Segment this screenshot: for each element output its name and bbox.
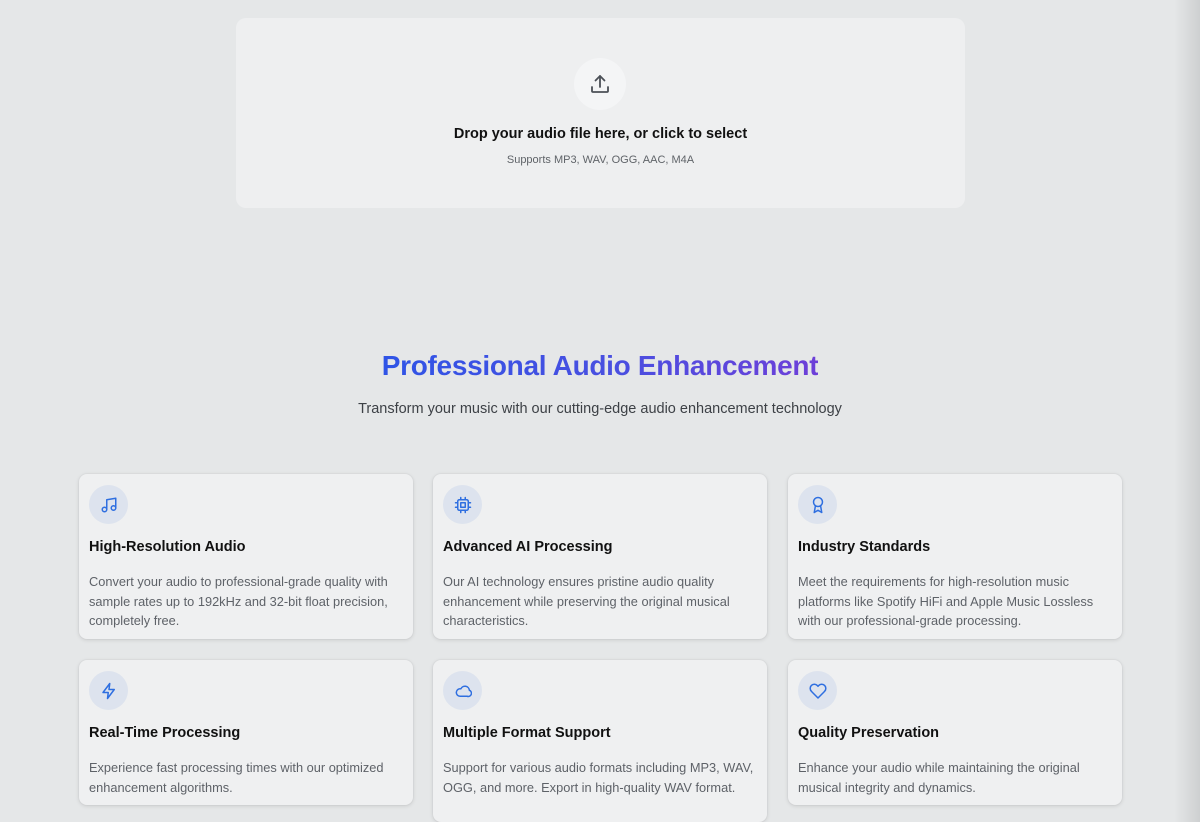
dropzone-title: Drop your audio file here, or click to s… <box>453 126 748 142</box>
feature-card-quality-preservation: Quality Preservation Enhance your audio … <box>788 660 1122 805</box>
feature-description: Support for various audio formats includ… <box>443 760 754 795</box>
feature-title: Multiple Format Support <box>443 725 611 741</box>
section-title: Professional Audio Enhancement <box>381 350 819 381</box>
feature-title: Quality Preservation <box>798 725 940 741</box>
feature-icon-circle <box>798 485 837 524</box>
award-badge-icon <box>812 496 823 513</box>
feature-card-ai-processing: Advanced AI Processing Our AI technology… <box>433 474 767 639</box>
upload-icon-circle <box>574 58 626 110</box>
feature-description: Enhance your audio while maintaining the… <box>798 760 1080 795</box>
cpu-chip-icon <box>454 496 471 513</box>
heart-icon <box>808 682 827 699</box>
feature-card-industry-standards: Industry Standards Meet the requirements… <box>788 474 1122 639</box>
feature-title: Industry Standards <box>798 539 931 555</box>
feature-card-format-support: Multiple Format Support Support for vari… <box>433 660 767 822</box>
feature-card-real-time: Real-Time Processing Experience fast pro… <box>79 660 413 805</box>
feature-icon-circle <box>798 671 837 710</box>
feature-icon-circle <box>89 485 128 524</box>
feature-description: Meet the requirements for high-resolutio… <box>798 574 1094 628</box>
feature-description: Experience fast processing times with ou… <box>89 760 384 795</box>
feature-icon-circle <box>443 485 482 524</box>
feature-title: High-Resolution Audio <box>89 539 246 555</box>
music-note-icon <box>101 497 116 512</box>
lightning-bolt-icon <box>101 682 115 699</box>
feature-card-high-resolution: High-Resolution Audio Convert your audio… <box>79 474 413 639</box>
section-subtitle: Transform your music with our cutting-ed… <box>358 401 842 417</box>
upload-icon <box>591 75 609 93</box>
feature-description: Convert your audio to professional-grade… <box>89 574 388 628</box>
feature-description: Our AI technology ensures pristine audio… <box>443 574 730 628</box>
feature-title: Advanced AI Processing <box>443 539 613 555</box>
feature-icon-circle <box>443 671 482 710</box>
dropzone-supported-formats: Supports MP3, WAV, OGG, AAC, M4A <box>506 154 695 166</box>
audio-dropzone[interactable]: Drop your audio file here, or click to s… <box>236 18 965 208</box>
cloud-icon <box>455 684 472 697</box>
feature-title: Real-Time Processing <box>89 725 241 741</box>
feature-icon-circle <box>89 671 128 710</box>
